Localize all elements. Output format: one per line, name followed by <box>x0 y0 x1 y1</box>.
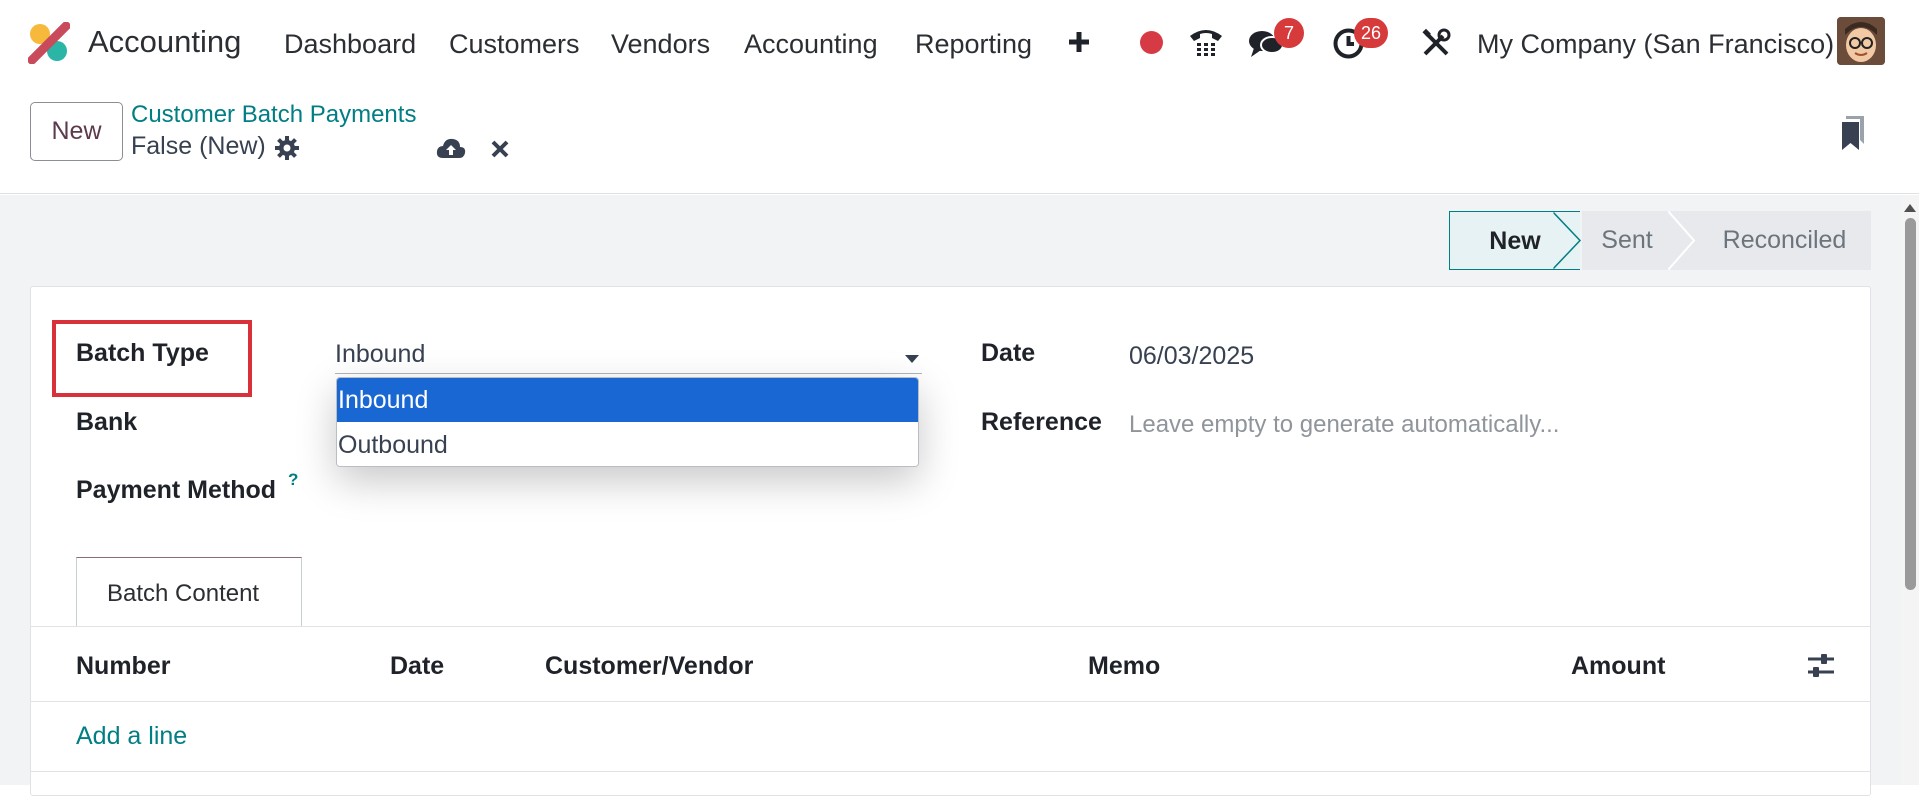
tools-icon[interactable] <box>1421 28 1451 58</box>
optional-columns-icon[interactable] <box>1807 653 1835 679</box>
new-record-button[interactable]: New <box>30 102 123 161</box>
tab-batch-content[interactable]: Batch Content <box>76 557 302 627</box>
app-title[interactable]: Accounting <box>88 24 241 60</box>
option-inbound[interactable]: Inbound <box>337 378 918 422</box>
batch-type-value: Inbound <box>335 340 426 368</box>
status-stage-sent-label: Sent <box>1601 226 1653 254</box>
status-stage-reconciled-label: Reconciled <box>1722 226 1847 254</box>
column-date[interactable]: Date <box>390 652 444 681</box>
bank-label: Bank <box>76 408 138 436</box>
status-stage-reconciled[interactable]: Reconciled <box>1698 211 1871 270</box>
menu-customers[interactable]: Customers <box>449 26 580 62</box>
scroll-up-arrow-icon[interactable] <box>1904 199 1916 212</box>
table-header-divider <box>31 701 1870 702</box>
tab-batch-content-label: Batch Content <box>107 580 260 607</box>
help-tooltip-icon[interactable]: ? <box>288 470 298 490</box>
user-avatar[interactable] <box>1837 17 1885 65</box>
breadcrumb-parent-link[interactable]: Customer Batch Payments <box>131 101 416 129</box>
add-line-link[interactable]: Add a line <box>76 722 187 751</box>
status-stage-new-label: New <box>1489 227 1541 255</box>
batch-type-options-list: Inbound Outbound <box>336 377 919 467</box>
app-logo-icon[interactable] <box>27 21 71 65</box>
menu-dashboard[interactable]: Dashboard <box>284 26 416 62</box>
column-number[interactable]: Number <box>76 652 170 681</box>
menu-accounting[interactable]: Accounting <box>744 26 878 62</box>
form-sheet <box>30 286 1871 796</box>
save-cloud-icon[interactable] <box>436 137 466 159</box>
scrollbar-thumb[interactable] <box>1905 218 1916 590</box>
gear-icon[interactable] <box>275 136 299 160</box>
status-stage-arrow <box>1550 209 1582 272</box>
chat-count-badge: 7 <box>1274 18 1304 48</box>
batch-type-select[interactable]: Inbound <box>335 336 922 374</box>
menu-vendors[interactable]: Vendors <box>611 26 710 62</box>
status-stage-sent[interactable]: Sent <box>1582 211 1672 270</box>
reference-input[interactable]: Leave empty to generate automatically... <box>1129 411 1559 439</box>
discard-close-icon[interactable] <box>491 140 509 158</box>
plus-icon[interactable] <box>1067 30 1091 54</box>
column-customer-vendor[interactable]: Customer/Vendor <box>545 652 753 681</box>
company-switcher[interactable]: My Company (San Francisco) <box>1477 26 1834 62</box>
column-memo[interactable]: Memo <box>1088 652 1160 681</box>
bookmark-icon[interactable] <box>1840 116 1866 150</box>
date-label: Date <box>981 339 1036 367</box>
menu-reporting[interactable]: Reporting <box>915 26 1032 62</box>
option-outbound[interactable]: Outbound <box>337 423 918 466</box>
payment-method-label: Payment Method <box>76 476 277 504</box>
recording-dot-icon[interactable] <box>1140 31 1163 54</box>
top-navbar: Accounting Dashboard Customers Vendors A… <box>0 0 1919 86</box>
chevron-down-icon <box>905 350 919 363</box>
batch-type-label: Batch Type <box>76 339 209 367</box>
date-field[interactable]: 06/03/2025 <box>1129 342 1254 371</box>
activity-count-badge: 26 <box>1354 18 1389 48</box>
reference-label: Reference <box>981 408 1102 436</box>
record-name: False (New) <box>131 132 266 160</box>
table-bottom-divider <box>31 771 1870 772</box>
phone-icon[interactable] <box>1188 26 1224 58</box>
column-amount[interactable]: Amount <box>1571 652 1665 681</box>
status-stage-divider <box>1667 210 1698 271</box>
control-panel: New Customer Batch Payments False (New) <box>0 86 1919 194</box>
tab-divider <box>31 626 1870 627</box>
